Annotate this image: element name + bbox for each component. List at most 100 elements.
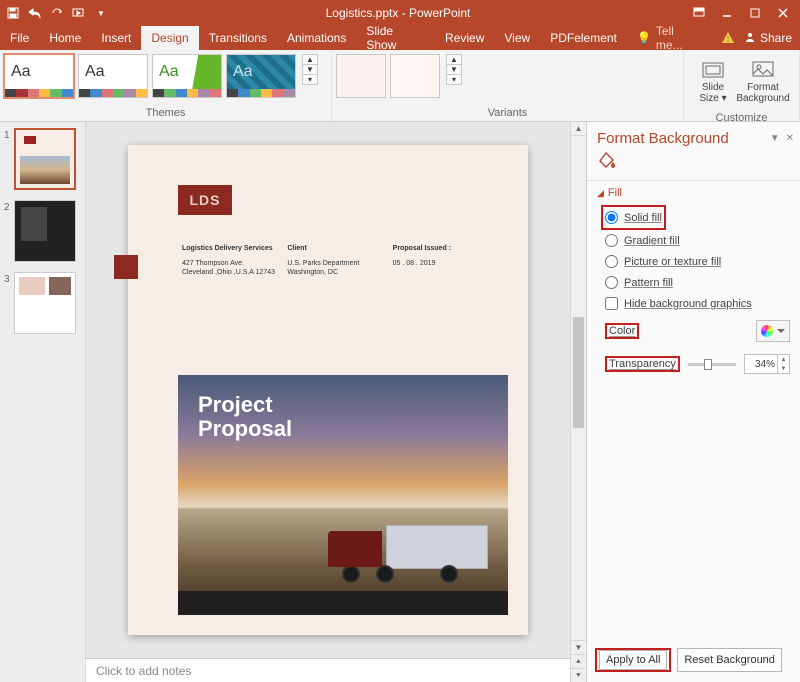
quick-access-toolbar: ▼ [0, 6, 114, 20]
scrollbar-thumb[interactable] [573, 317, 584, 428]
canvas-scrollbar[interactable]: ▲ ▼ ⯅ ⯆ [570, 122, 586, 682]
close-pane-icon[interactable]: ✕ [786, 133, 794, 144]
transparency-label: Transparency [609, 358, 676, 370]
slide-info-row: Logistics Delivery Services 427 Thompson… [182, 245, 498, 278]
workspace: 1 2 3 LDS Logistics Delivery Services 42… [0, 122, 800, 682]
client-line: Washington, DC [287, 269, 392, 276]
window-controls [682, 6, 800, 20]
undo-icon[interactable] [28, 6, 42, 20]
slide-thumbnail-2[interactable] [14, 200, 76, 262]
prev-slide-icon[interactable]: ⯅ [571, 654, 586, 668]
close-icon[interactable] [776, 6, 790, 20]
share-button[interactable]: Share [736, 31, 800, 46]
transparency-spinner[interactable]: 34%▲▼ [744, 354, 790, 374]
theme-option-3[interactable]: Aa [152, 54, 222, 98]
reset-background-button[interactable]: Reset Background [677, 648, 782, 672]
pattern-fill-radio[interactable]: Pattern fill [605, 272, 790, 293]
apply-to-all-button[interactable]: Apply to All [599, 650, 667, 670]
tab-transitions[interactable]: Transitions [199, 26, 277, 50]
minimize-icon[interactable] [720, 6, 734, 20]
client-heading: Client [287, 245, 392, 252]
themes-gallery-scroll[interactable]: ▲▼▾ [302, 54, 318, 85]
hero-title: Project Proposal [198, 393, 292, 441]
pane-category-icons [587, 149, 800, 181]
increment-icon[interactable]: ▲ [778, 355, 789, 364]
scroll-up-icon[interactable]: ▲ [571, 122, 586, 136]
color-swatch-icon [761, 325, 773, 337]
scroll-down-icon[interactable]: ▼ [571, 640, 586, 654]
thumbnail-number: 3 [4, 272, 14, 285]
qat-dropdown-icon[interactable]: ▼ [94, 6, 108, 20]
tab-design[interactable]: Design [141, 26, 198, 50]
proposal-date: 05 . 08 . 2019 [393, 260, 498, 267]
down-arrow-icon[interactable]: ▼ [303, 65, 317, 75]
color-label: Color [609, 325, 635, 337]
picture-fill-radio[interactable]: Picture or texture fill [605, 251, 790, 272]
slide-thumbnail-1[interactable] [14, 128, 76, 190]
variant-option-1[interactable] [336, 54, 386, 98]
more-icon[interactable]: ▾ [447, 75, 461, 84]
address-line: Cleveland ,Ohio ,U.S.A 12743 [182, 269, 287, 276]
window-title: Logistics.pptx - PowerPoint [114, 6, 682, 20]
theme-option-4[interactable]: Aa [226, 54, 296, 98]
next-slide-icon[interactable]: ⯆ [571, 668, 586, 682]
pane-title: Format Background [597, 130, 729, 147]
logo-box: LDS [178, 185, 232, 215]
thumbnail-number: 1 [4, 128, 14, 141]
company-name: Logistics Delivery Services [182, 245, 287, 252]
start-from-beginning-icon[interactable] [72, 6, 86, 20]
decorative-square [114, 255, 138, 279]
solid-fill-radio[interactable]: Solid fill [605, 207, 662, 228]
tab-review[interactable]: Review [435, 26, 494, 50]
pane-header: Format Background ▼ ✕ [587, 122, 800, 149]
redo-icon[interactable] [50, 6, 64, 20]
truck-graphic [328, 525, 488, 595]
fill-bucket-icon[interactable] [597, 160, 617, 174]
tab-file[interactable]: File [0, 26, 39, 50]
ribbon-display-options-icon[interactable] [692, 6, 706, 20]
save-icon[interactable] [6, 6, 20, 20]
up-arrow-icon[interactable]: ▲ [447, 55, 461, 65]
slide-size-icon [701, 60, 725, 80]
lightbulb-icon: 💡 [637, 31, 652, 45]
maximize-icon[interactable] [748, 6, 762, 20]
format-background-icon [751, 60, 775, 80]
ribbon: Aa Aa Aa Aa ▲▼▾ Themes ▲▼▾ Variants Slid… [0, 50, 800, 122]
proposal-heading: Proposal Issued : [393, 245, 498, 252]
tab-pdfelement[interactable]: PDFelement [540, 26, 627, 50]
variants-gallery-scroll[interactable]: ▲▼▾ [446, 54, 462, 85]
tab-view[interactable]: View [494, 26, 540, 50]
slide-canvas[interactable]: LDS Logistics Delivery Services 427 Thom… [128, 145, 528, 635]
menu-tabs: File Home Insert Design Transitions Anim… [0, 26, 800, 50]
down-arrow-icon[interactable]: ▼ [447, 65, 461, 75]
decrement-icon[interactable]: ▼ [778, 364, 789, 373]
format-background-pane: Format Background ▼ ✕ ◢ Fill Solid fill … [586, 122, 800, 682]
slide-size-button[interactable]: Slide Size ▾ [688, 54, 738, 110]
hide-background-checkbox[interactable]: Hide background graphics [605, 293, 790, 314]
theme-option-2[interactable]: Aa [78, 54, 148, 98]
tab-slideshow[interactable]: Slide Show [356, 26, 435, 50]
more-icon[interactable]: ▾ [303, 75, 317, 84]
ribbon-group-themes: Aa Aa Aa Aa ▲▼▾ Themes [0, 50, 332, 121]
transparency-slider[interactable] [688, 357, 736, 371]
tell-me[interactable]: 💡Tell me... [627, 26, 712, 50]
task-pane-options-icon[interactable]: ▼ [770, 133, 780, 144]
gradient-fill-radio[interactable]: Gradient fill [605, 230, 790, 251]
tab-insert[interactable]: Insert [91, 26, 141, 50]
up-arrow-icon[interactable]: ▲ [303, 55, 317, 65]
tab-home[interactable]: Home [39, 26, 91, 50]
notes-pane[interactable]: Click to add notes [86, 658, 570, 682]
warning-icon[interactable] [720, 30, 736, 46]
hero-image: Project Proposal [178, 375, 508, 615]
format-background-button[interactable]: Format Background [738, 54, 788, 110]
ribbon-group-label: Themes [4, 105, 327, 121]
fill-section-header[interactable]: ◢ Fill [587, 181, 800, 205]
variant-option-2[interactable] [390, 54, 440, 98]
tab-animations[interactable]: Animations [277, 26, 356, 50]
ribbon-group-label: Variants [336, 105, 679, 121]
theme-option-1[interactable]: Aa [4, 54, 74, 98]
address-line: 427 Thompson Ave. [182, 260, 287, 267]
ribbon-group-customize: Slide Size ▾ Format Background Customize [684, 50, 800, 121]
slide-thumbnail-3[interactable] [14, 272, 76, 334]
color-picker-button[interactable] [756, 320, 790, 342]
